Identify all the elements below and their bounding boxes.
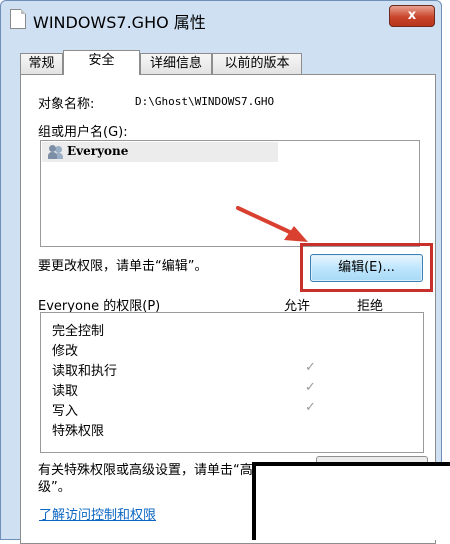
permission-name: 修改 [52, 344, 79, 359]
user-name: Everyone [67, 144, 129, 158]
permission-row: 修改 [52, 340, 78, 360]
users-label: 组或用户名(G): [38, 125, 128, 140]
permission-name: 读取和执行 [52, 364, 118, 379]
permission-name: 写入 [52, 404, 79, 419]
file-icon [10, 9, 26, 29]
permission-row: 完全控制 [52, 320, 104, 340]
permission-row: 写入 ✓ [52, 400, 316, 420]
annotation-arrow-icon [236, 206, 308, 242]
permission-row: 读取 ✓ [52, 380, 316, 400]
permissions-list[interactable]: 完全控制 修改 读取和执行 ✓ 读取 ✓ 写入 ✓ 特殊权限 [40, 312, 424, 453]
properties-window: WINDOWS7.GHO 属性 x 常规 安全 详细信息 以前的版本 对象名称:… [0, 0, 442, 544]
title-bar[interactable]: WINDOWS7.GHO 属性 x [1, 1, 441, 37]
permission-row: 读取和执行 ✓ [52, 360, 316, 380]
users-list[interactable]: Everyone [40, 140, 420, 247]
users-icon [48, 145, 64, 159]
tab-details[interactable]: 详细信息 [140, 53, 212, 74]
tab-general[interactable]: 常规 [20, 53, 63, 74]
allow-check-icon: ✓ [305, 400, 316, 415]
redaction-box [252, 462, 450, 540]
edit-hint: 要更改权限，请单击“编辑”。 [38, 259, 208, 274]
window-title: WINDOWS7.GHO 属性 [33, 13, 206, 32]
advanced-hint-line2: 级”。 [38, 480, 71, 495]
permission-name: 读取 [52, 384, 79, 399]
list-item[interactable]: Everyone [42, 142, 278, 162]
permission-name: 完全控制 [52, 324, 105, 339]
object-name-label: 对象名称: [38, 97, 95, 112]
tab-security[interactable]: 安全 [63, 50, 140, 75]
permission-row: 特殊权限 [52, 420, 104, 440]
allow-check-icon: ✓ [305, 380, 316, 395]
permission-name: 特殊权限 [52, 424, 105, 439]
object-name-value: D:\Ghost\WINDOWS7.GHO [135, 95, 275, 108]
access-control-link[interactable]: 了解访问控制和权限 [39, 504, 156, 523]
tab-previous-versions[interactable]: 以前的版本 [212, 53, 302, 74]
close-button[interactable]: x [389, 5, 435, 27]
allow-check-icon: ✓ [305, 360, 316, 375]
edit-button[interactable]: 编辑(E)... [310, 254, 423, 282]
